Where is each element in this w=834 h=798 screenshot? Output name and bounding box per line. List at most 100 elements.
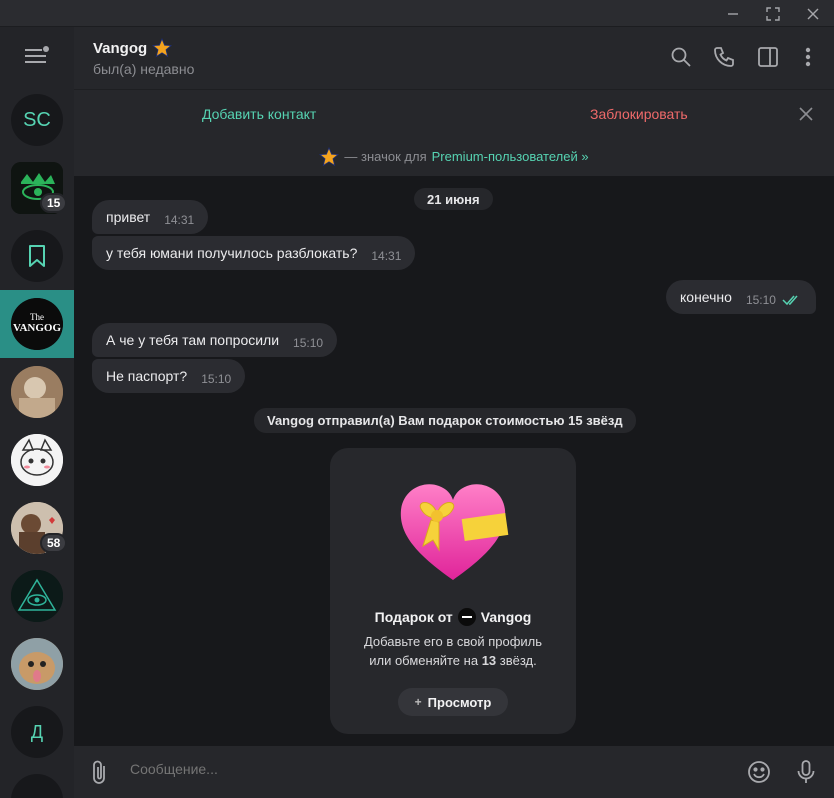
- sidebar-panel-icon: [758, 47, 778, 67]
- avatar-initials: Д: [30, 721, 44, 742]
- view-gift-label: Просмотр: [427, 694, 492, 710]
- contact-action-bar: Добавить контакт Заблокировать: [74, 89, 834, 137]
- menu-button[interactable]: [24, 44, 50, 66]
- photo-avatar-icon: [11, 366, 63, 418]
- emoji-button[interactable]: [745, 758, 773, 786]
- fullscreen-icon: [766, 6, 780, 21]
- message-time: 14:31: [164, 213, 195, 227]
- emoji-icon: [748, 761, 770, 783]
- eye-triangle-icon: [11, 570, 63, 622]
- message-time: 15:10: [293, 336, 324, 350]
- message-text: А че у тебя там попросили: [106, 332, 280, 348]
- chat-header: Vangog был(а) недавно: [74, 27, 834, 89]
- call-button[interactable]: [712, 45, 736, 69]
- paperclip-icon: [93, 760, 105, 784]
- message-incoming[interactable]: у тебя юмани получилось разблокать? 14:3…: [92, 236, 416, 270]
- phone-icon: [714, 47, 734, 67]
- search-icon: [671, 47, 691, 67]
- message-time: 14:31: [371, 249, 402, 263]
- avatar: [11, 366, 63, 418]
- premium-notice: — значок для Premium-пользователей »: [74, 137, 834, 176]
- microphone-icon: [797, 760, 815, 783]
- gift-desc-prefix: или обменяйте на: [369, 653, 479, 668]
- close-window-button[interactable]: [796, 0, 830, 27]
- avatar: [11, 570, 63, 622]
- gift-desc-suffix: звёзд.: [499, 653, 537, 668]
- premium-star-icon: [152, 38, 173, 58]
- search-button[interactable]: [669, 45, 693, 69]
- more-options-button[interactable]: [796, 45, 820, 69]
- svg-text:VANGOG: VANGOG: [13, 322, 62, 334]
- unread-badge: 15: [40, 193, 68, 213]
- chat-item-11[interactable]: [0, 766, 74, 798]
- avatar: [11, 434, 63, 486]
- minimize-button[interactable]: [716, 0, 750, 27]
- premium-notice-text: — значок для: [344, 149, 427, 164]
- gift-desc-line2: или обменяйте на 13 звёзд.: [340, 651, 566, 670]
- message-incoming[interactable]: А че у тебя там попросили 15:10: [92, 323, 338, 357]
- gift-service-message: Vangog отправил(а) Вам подарок стоимость…: [254, 408, 636, 433]
- avatar: SC: [11, 94, 63, 146]
- message-incoming[interactable]: привет 14:31: [92, 200, 209, 234]
- chat-item-d[interactable]: Д: [0, 698, 74, 766]
- block-user-button[interactable]: Заблокировать: [590, 106, 688, 122]
- premium-star-icon: [319, 146, 340, 166]
- read-check-icon: [782, 295, 798, 306]
- close-icon: [799, 107, 813, 121]
- cat-drawing-icon: [11, 434, 63, 486]
- message-text: привет: [106, 209, 151, 225]
- maximize-button[interactable]: [756, 0, 790, 27]
- gift-description: Добавьте его в свой профиль или обменяйт…: [340, 632, 566, 670]
- window-titlebar: [0, 0, 834, 27]
- chat-item-vangog[interactable]: The VANGOG: [0, 290, 74, 358]
- message-outgoing[interactable]: конечно 15:10: [666, 280, 816, 314]
- chat-item-5[interactable]: [0, 358, 74, 426]
- message-text: Не паспорт?: [106, 368, 188, 384]
- avatar: [11, 774, 63, 798]
- cat-photo-icon: [11, 638, 63, 690]
- chat-item-sc[interactable]: SC: [0, 86, 74, 154]
- more-vertical-icon: [805, 47, 811, 67]
- add-contact-button[interactable]: Добавить контакт: [202, 106, 316, 122]
- premium-link[interactable]: Premium-пользователей »: [432, 149, 589, 164]
- gift-card[interactable]: Подарок от Vangog Добавьте его в свой пр…: [330, 448, 576, 734]
- avatar: [11, 230, 63, 282]
- vangog-logo-icon: The VANGOG: [11, 298, 63, 350]
- gift-star-count: 13: [481, 653, 497, 668]
- message-text: конечно: [680, 289, 732, 305]
- chat-item-saved-messages[interactable]: [0, 222, 74, 290]
- view-gift-button[interactable]: + Просмотр: [398, 688, 508, 716]
- chat-item-7[interactable]: 58: [0, 494, 74, 562]
- message-text: у тебя юмани получилось разблокать?: [106, 245, 358, 261]
- svg-text:The: The: [30, 312, 44, 322]
- bookmark-icon: [29, 245, 45, 267]
- gift-desc-line1: Добавьте его в свой профиль: [363, 634, 543, 649]
- minimize-icon: [728, 12, 738, 15]
- chat-item-8[interactable]: [0, 562, 74, 630]
- message-input[interactable]: [130, 761, 710, 777]
- date-separator: 21 июня: [414, 188, 493, 210]
- sparkle-icon: +: [414, 695, 422, 709]
- message-time: 15:10: [745, 293, 776, 307]
- vangog-avatar-icon: [457, 608, 476, 626]
- gift-heart-icon: [400, 484, 509, 580]
- contact-status: был(а) недавно: [93, 61, 195, 77]
- toggle-sidebar-button[interactable]: [756, 45, 780, 69]
- chat-title[interactable]: Vangog: [93, 38, 173, 58]
- attach-button[interactable]: [86, 758, 114, 786]
- message-list[interactable]: 21 июня привет 14:31 у тебя юмани получи…: [74, 176, 834, 746]
- contact-name: Vangog: [93, 39, 148, 57]
- close-icon: [807, 8, 819, 19]
- chat-item-9[interactable]: [0, 630, 74, 698]
- chat-folders-rail: SC 15 The VANGOG 58 Д: [0, 27, 74, 798]
- message-time: 15:10: [201, 372, 232, 386]
- avatar-initials: SC: [23, 108, 51, 131]
- close-action-bar-button[interactable]: [796, 104, 816, 124]
- voice-message-button[interactable]: [792, 758, 820, 786]
- message-incoming[interactable]: Не паспорт? 15:10: [92, 359, 246, 393]
- message-composer: [74, 746, 834, 798]
- chat-item-6[interactable]: [0, 426, 74, 494]
- gift-title: Подарок от Vangog: [330, 608, 576, 626]
- unread-badge: 58: [40, 533, 68, 553]
- chat-item-2[interactable]: 15: [0, 154, 74, 222]
